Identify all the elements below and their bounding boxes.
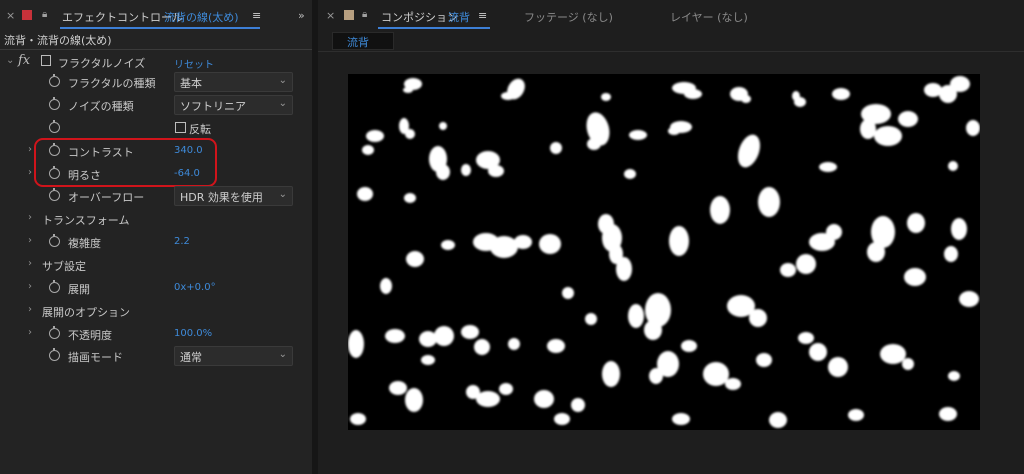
prop-label: 描画モード [68, 351, 123, 364]
prop-overflow: オーバーフロー HDR 効果を使用 ⌄ [0, 185, 312, 207]
prop-evolution: › 展開 0x+0.0° [0, 277, 312, 299]
dropdown-value: 基本 [180, 77, 202, 90]
group-sub-settings[interactable]: › サブ設定 [0, 254, 312, 276]
divider [0, 49, 312, 50]
twirl-closed-icon[interactable]: › [28, 144, 32, 155]
stopwatch-icon[interactable] [49, 120, 60, 133]
tab-layer-name[interactable]: 流背の線(太め) [164, 9, 239, 25]
invert-checkbox[interactable] [175, 122, 186, 133]
fx-icon[interactable]: fx [18, 53, 30, 68]
tab-comp-name[interactable]: 流背 [448, 9, 470, 25]
tab-composition[interactable]: コンポジション [381, 9, 458, 25]
breadcrumb: 流背・流背の線(太め) [4, 34, 112, 47]
prop-blend-mode: 描画モード 通常 ⌄ [0, 345, 312, 367]
prop-label: オーバーフロー [68, 191, 145, 204]
stopwatch-icon[interactable] [49, 97, 60, 110]
tab-close-icon[interactable]: × [326, 9, 335, 22]
comp-tab-label: 流背 [347, 36, 369, 49]
blend-mode-dropdown[interactable]: 通常 ⌄ [174, 346, 293, 366]
chevron-down-icon: ⌄ [278, 189, 287, 200]
dropdown-value: HDR 効果を使用 [180, 191, 263, 204]
evolution-value[interactable]: 0x+0.0° [174, 282, 216, 293]
prop-label: 複雑度 [68, 237, 101, 250]
twirl-closed-icon[interactable]: › [28, 235, 32, 246]
opacity-value[interactable]: 100.0% [174, 328, 212, 339]
twirl-closed-icon[interactable]: › [28, 281, 32, 292]
composition-viewer[interactable] [348, 74, 980, 430]
prop-opacity: › 不透明度 100.0% [0, 323, 312, 345]
highlight-annotation [34, 138, 217, 187]
effect-controls-tab-bar: × 🔒︎ エフェクトコントロール 流背の線(太め) ≡ » [0, 0, 312, 30]
complexity-value[interactable]: 2.2 [174, 236, 190, 247]
twirl-closed-icon[interactable]: › [28, 212, 32, 223]
lock-icon[interactable]: 🔒︎ [362, 9, 367, 20]
twirl-closed-icon[interactable]: › [28, 304, 32, 315]
checkbox-label: 反転 [189, 123, 211, 136]
label-color-icon [22, 10, 32, 20]
twirl-open-icon[interactable]: ⌄ [6, 55, 14, 66]
stopwatch-icon[interactable] [49, 74, 60, 87]
lock-icon[interactable]: 🔒︎ [42, 9, 47, 20]
twirl-closed-icon[interactable]: › [28, 258, 32, 269]
group-label: サブ設定 [42, 260, 86, 273]
prop-invert: 反転 [0, 117, 312, 139]
stopwatch-icon[interactable] [49, 234, 60, 247]
prop-fractal-type: フラクタルの種類 基本 ⌄ [0, 71, 312, 93]
reset-link[interactable]: リセット [174, 56, 214, 71]
effect-name: フラクタルノイズ [58, 57, 146, 70]
stopwatch-icon[interactable] [49, 188, 60, 201]
overflow-dropdown[interactable]: HDR 効果を使用 ⌄ [174, 186, 293, 206]
chevron-down-icon: ⌄ [278, 75, 287, 86]
divider [318, 51, 1024, 52]
effect-preset-icon [41, 55, 51, 66]
twirl-closed-icon[interactable]: › [28, 327, 32, 338]
prop-label: 展開 [68, 283, 90, 296]
active-tab-underline [60, 27, 260, 29]
prop-noise-type: ノイズの種類 ソフトリニア ⌄ [0, 94, 312, 116]
dropdown-value: 通常 [180, 351, 202, 364]
prop-label: 不透明度 [68, 329, 112, 342]
chevron-down-icon: ⌄ [278, 349, 287, 360]
stopwatch-icon[interactable] [49, 326, 60, 339]
comp-tab-chip[interactable]: 流背 [332, 32, 394, 50]
tab-close-icon[interactable]: × [6, 9, 15, 22]
prop-label: フラクタルの種類 [68, 77, 156, 90]
group-transform[interactable]: › トランスフォーム [0, 208, 312, 230]
effect-header[interactable]: ⌄ fx フラクタルノイズ リセット [0, 51, 312, 73]
prop-label: ノイズの種類 [68, 100, 134, 113]
tab-layer[interactable]: レイヤー (なし) [670, 9, 748, 25]
stopwatch-icon[interactable] [49, 348, 60, 361]
twirl-closed-icon[interactable]: › [28, 167, 32, 178]
group-evolution-options[interactable]: › 展開のオプション [0, 300, 312, 322]
stopwatch-icon[interactable] [49, 280, 60, 293]
active-tab-underline [378, 27, 490, 29]
panel-menu-icon[interactable]: ≡ [252, 9, 261, 22]
group-label: トランスフォーム [42, 214, 130, 227]
label-color-icon [344, 10, 354, 20]
noise-type-dropdown[interactable]: ソフトリニア ⌄ [174, 95, 293, 115]
dropdown-value: ソフトリニア [180, 100, 246, 113]
panel-menu-icon[interactable]: ≡ [478, 9, 487, 22]
effect-controls-panel: × 🔒︎ エフェクトコントロール 流背の線(太め) ≡ » 流背・流背の線(太め… [0, 0, 312, 474]
group-label: 展開のオプション [42, 306, 130, 319]
fractal-type-dropdown[interactable]: 基本 ⌄ [174, 72, 293, 92]
overflow-icon[interactable]: » [298, 9, 305, 22]
prop-complexity: › 複雑度 2.2 [0, 231, 312, 253]
tab-footage[interactable]: フッテージ (なし) [524, 9, 613, 25]
chevron-down-icon: ⌄ [278, 98, 287, 109]
